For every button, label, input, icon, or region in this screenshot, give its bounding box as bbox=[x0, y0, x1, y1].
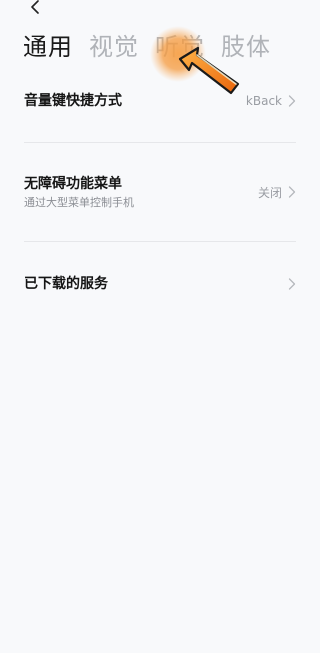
back-arrow-icon bbox=[31, 0, 39, 14]
tab-vision[interactable]: 视觉 bbox=[89, 30, 139, 64]
accessibility-menu-row[interactable]: 无障碍功能菜单 通过大型菜单控制手机 关闭 bbox=[24, 174, 296, 210]
back-button[interactable] bbox=[24, 0, 50, 18]
row-value: 关闭 bbox=[257, 185, 282, 200]
row-titles: 音量键快捷方式 bbox=[24, 91, 246, 111]
category-tabs: 通用 视觉 听觉 肢体 bbox=[23, 30, 271, 64]
tab-general[interactable]: 通用 bbox=[23, 30, 73, 64]
tab-physical[interactable]: 肢体 bbox=[221, 30, 271, 64]
row-value: kBack bbox=[245, 94, 282, 108]
divider bbox=[24, 142, 296, 143]
row-title: 无障碍功能菜单 bbox=[24, 175, 122, 192]
row-title: 音量键快捷方式 bbox=[24, 93, 122, 109]
tab-hearing[interactable]: 听觉 bbox=[155, 30, 205, 64]
divider bbox=[24, 241, 296, 242]
row-titles: 无障碍功能菜单 通过大型菜单控制手机 bbox=[24, 174, 258, 211]
row-title: 已下载的服务 bbox=[24, 276, 108, 292]
row-titles: 已下载的服务 bbox=[24, 274, 288, 294]
accessibility-settings-page: 通用 视觉 听觉 肢体 音量键快捷方式 kBack 无障碍功能菜单 通过大型菜单… bbox=[0, 0, 320, 653]
chevron-right-icon bbox=[288, 186, 296, 198]
downloaded-services-row[interactable]: 已下载的服务 bbox=[24, 273, 296, 295]
chevron-right-icon bbox=[288, 95, 296, 107]
row-subtitle: 通过大型菜单控制手机 bbox=[24, 195, 134, 209]
chevron-right-icon bbox=[288, 278, 296, 290]
volume-key-shortcut-row[interactable]: 音量键快捷方式 kBack bbox=[24, 90, 296, 112]
